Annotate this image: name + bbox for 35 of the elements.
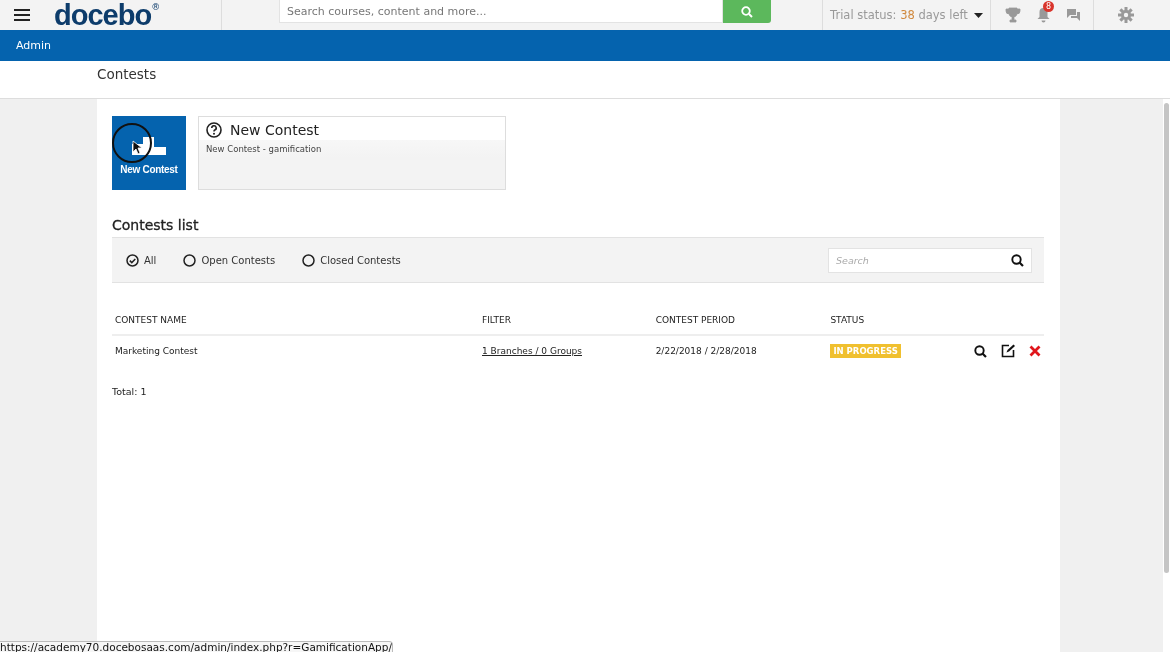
cursor-icon [132, 140, 142, 155]
admin-link[interactable]: Admin [16, 39, 52, 52]
column-header: CONTEST NAME [112, 315, 479, 335]
column-header: STATUS [827, 315, 957, 335]
filter-link[interactable]: 1 Branches / 0 Groups [482, 346, 582, 356]
column-header: CONTEST PERIOD [652, 315, 828, 335]
delete-button[interactable] [1029, 345, 1041, 357]
search-icon [741, 5, 753, 18]
column-header: FILTER [479, 315, 653, 335]
view-button[interactable] [974, 344, 987, 358]
status-badge: IN PROGRESS [830, 344, 901, 358]
edit-button[interactable] [1001, 344, 1015, 358]
close-icon [1029, 345, 1041, 357]
new-contest-tile[interactable]: New Contest [112, 116, 186, 190]
trophy-icon[interactable] [1005, 7, 1021, 23]
page-title: Contests [97, 65, 157, 82]
search-field[interactable]: Search courses, content and more... [279, 0, 723, 23]
table-cell: 2/22/2018 / 2/28/2018 [652, 335, 828, 366]
filter-radio[interactable]: All [126, 253, 157, 267]
settings-icon[interactable] [1118, 7, 1134, 23]
section-title: Contests list [112, 217, 200, 233]
chat-icon[interactable] [1066, 8, 1081, 22]
search-icon [974, 344, 987, 358]
edit-icon [1001, 344, 1015, 358]
table-cell: Marketing Contest [112, 335, 479, 366]
help-icon [206, 122, 222, 138]
card-title: New Contest [230, 122, 320, 138]
filter-radio[interactable]: Closed Contests [302, 253, 401, 267]
filter-radio[interactable]: Open Contests [183, 253, 276, 267]
search-field[interactable]: Search [828, 247, 1032, 273]
search-button[interactable] [723, 0, 771, 23]
total-count: Total: 1 [112, 386, 148, 397]
caret-icon [973, 12, 983, 18]
search-icon[interactable] [1011, 253, 1024, 267]
notification-badge: 8 [1043, 1, 1054, 12]
